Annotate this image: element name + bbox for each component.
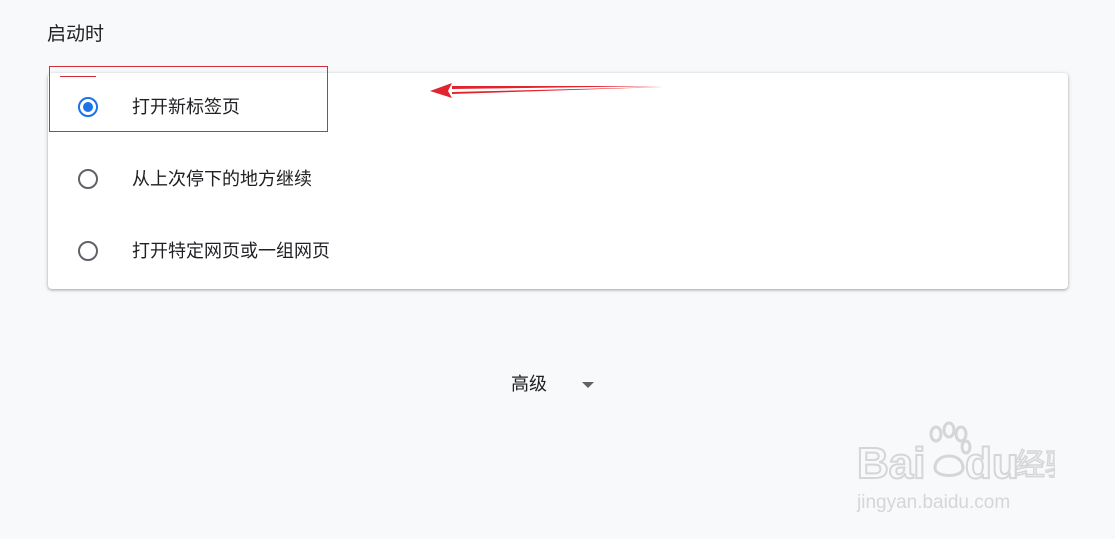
svg-text:jingyan.baidu.com: jingyan.baidu.com [856, 492, 1010, 513]
baidu-jingyan-watermark: Bai du 经验 jingyan.baidu.com [856, 421, 1055, 513]
startup-options-card: 打开新标签页 从上次停下的地方继续 打开特定网页或一组网页 [48, 73, 1068, 289]
svg-text:du: du [965, 439, 1019, 488]
option-label: 打开新标签页 [132, 97, 240, 118]
caret-down-icon [582, 382, 594, 388]
svg-text:经验: 经验 [1015, 448, 1055, 483]
startup-option-new-tab[interactable]: 打开新标签页 [48, 73, 1068, 145]
option-label: 打开特定网页或一组网页 [132, 241, 330, 262]
advanced-label: 高级 [511, 374, 547, 395]
option-label: 从上次停下的地方继续 [132, 169, 312, 190]
radio-button-checked[interactable] [78, 97, 98, 117]
section-title-on-startup: 启动时 [47, 23, 105, 45]
radio-button[interactable] [78, 169, 98, 189]
radio-button[interactable] [78, 241, 98, 261]
watermark-brand: Bai [857, 439, 925, 488]
startup-option-specific-pages[interactable]: 打开特定网页或一组网页 [48, 217, 1068, 289]
advanced-settings-toggle[interactable]: 高级 [500, 368, 610, 402]
startup-option-continue[interactable]: 从上次停下的地方继续 [48, 145, 1068, 217]
